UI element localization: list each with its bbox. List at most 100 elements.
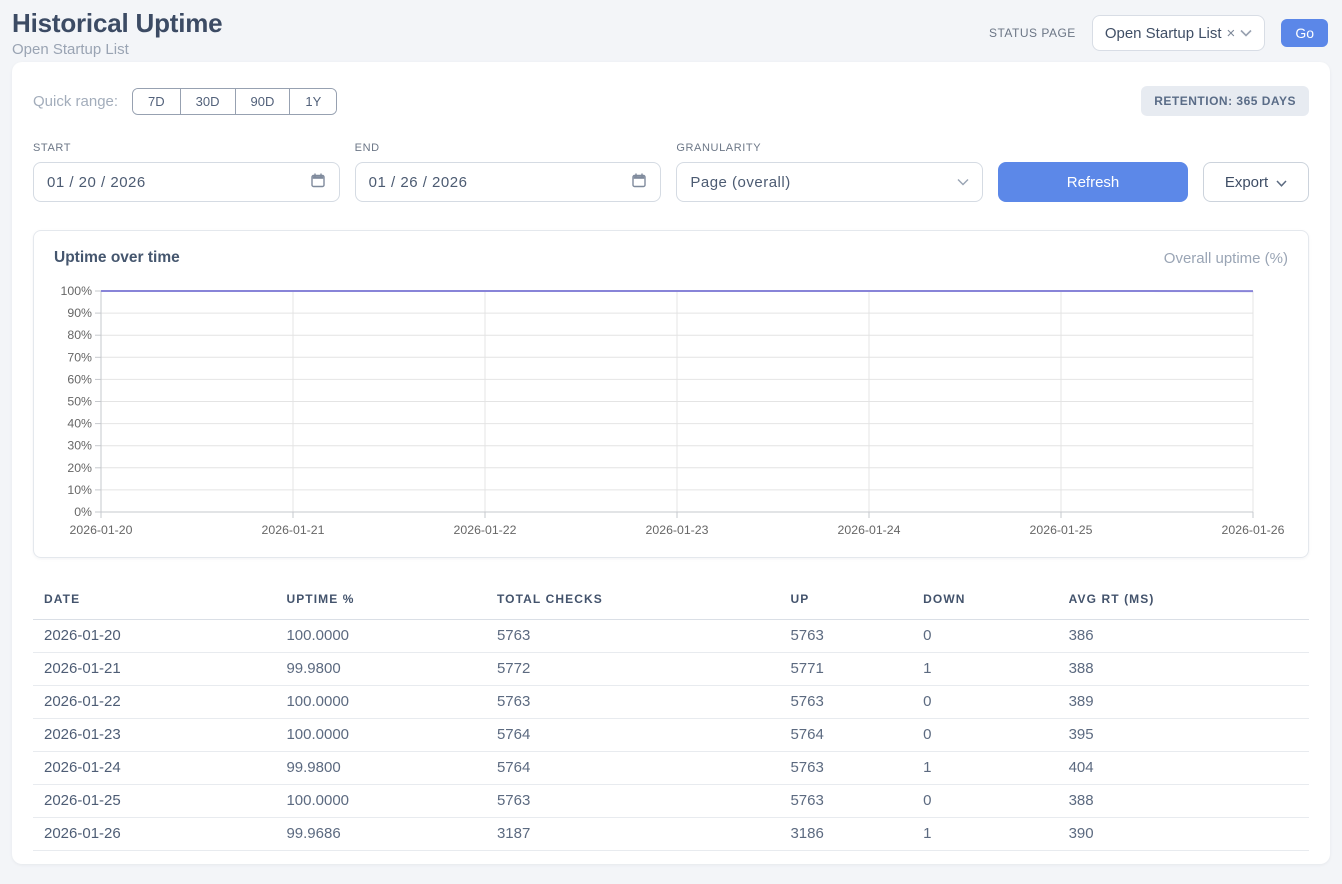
table-header-cell: DOWN <box>912 582 1057 620</box>
quick-range-90d[interactable]: 90D <box>235 89 290 114</box>
start-label: START <box>33 142 340 154</box>
end-date-value: 01 / 26 / 2026 <box>369 174 468 191</box>
table-cell: 2026-01-23 <box>33 719 275 752</box>
table-header-cell: TOTAL CHECKS <box>486 582 779 620</box>
table-cell: 0 <box>912 620 1057 653</box>
table-cell: 5763 <box>779 686 912 719</box>
start-date-input[interactable]: 01 / 20 / 2026 <box>33 162 340 202</box>
svg-text:2026-01-21: 2026-01-21 <box>262 523 325 537</box>
svg-text:2026-01-20: 2026-01-20 <box>70 523 133 537</box>
table-cell: 386 <box>1058 620 1309 653</box>
svg-text:0%: 0% <box>74 505 92 519</box>
table-row: 2026-01-2699.9686318731861390 <box>33 818 1309 851</box>
quick-range-group: 7D30D90D1Y <box>132 88 337 115</box>
uptime-line-chart: 0%10%20%30%40%50%60%70%80%90%100%2026-01… <box>54 279 1288 547</box>
svg-text:30%: 30% <box>67 439 92 453</box>
table-row: 2026-01-22100.0000576357630389 <box>33 686 1309 719</box>
status-page-select[interactable]: Open Startup List × <box>1092 15 1266 51</box>
table-cell: 1 <box>912 653 1057 686</box>
go-button[interactable]: Go <box>1281 19 1328 47</box>
granularity-label: GRANULARITY <box>676 142 983 154</box>
table-cell: 0 <box>912 686 1057 719</box>
page-title: Historical Uptime <box>12 8 222 39</box>
table-cell: 5771 <box>779 653 912 686</box>
table-header-cell: DATE <box>33 582 275 620</box>
end-date-input[interactable]: 01 / 26 / 2026 <box>355 162 662 202</box>
header-right: STATUS PAGE Open Startup List × Go <box>989 15 1328 51</box>
table-cell: 5763 <box>779 785 912 818</box>
table-cell: 99.9686 <box>275 818 486 851</box>
table-cell: 388 <box>1058 785 1309 818</box>
table-cell: 5764 <box>486 719 779 752</box>
svg-text:2026-01-23: 2026-01-23 <box>646 523 709 537</box>
filters-row: START 01 / 20 / 2026 END 01 / 26 / 2026 … <box>33 142 1309 202</box>
uptime-table: DATEUPTIME %TOTAL CHECKSUPDOWNAVG RT (MS… <box>33 582 1309 851</box>
table-cell: 5763 <box>779 620 912 653</box>
status-page-value: Open Startup List <box>1105 25 1222 42</box>
main-panel: Quick range: 7D30D90D1Y RETENTION: 365 D… <box>12 62 1330 864</box>
table-cell: 2026-01-20 <box>33 620 275 653</box>
table-row: 2026-01-23100.0000576457640395 <box>33 719 1309 752</box>
table-cell: 5763 <box>486 620 779 653</box>
table-cell: 0 <box>912 719 1057 752</box>
table-cell: 99.9800 <box>275 752 486 785</box>
table-cell: 2026-01-26 <box>33 818 275 851</box>
chart-title: Uptime over time <box>54 249 180 267</box>
table-header-cell: AVG RT (MS) <box>1058 582 1309 620</box>
table-cell: 2026-01-21 <box>33 653 275 686</box>
clear-icon[interactable]: × <box>1227 25 1236 42</box>
svg-text:2026-01-25: 2026-01-25 <box>1030 523 1093 537</box>
table-cell: 5764 <box>486 752 779 785</box>
svg-text:80%: 80% <box>67 328 92 342</box>
refresh-button[interactable]: Refresh <box>998 162 1188 202</box>
table-cell: 5763 <box>486 686 779 719</box>
table-body: 2026-01-20100.00005763576303862026-01-21… <box>33 620 1309 851</box>
svg-text:40%: 40% <box>67 417 92 431</box>
table-header-row: DATEUPTIME %TOTAL CHECKSUPDOWNAVG RT (MS… <box>33 582 1309 620</box>
table-cell: 0 <box>912 785 1057 818</box>
quick-range-7d[interactable]: 7D <box>133 89 180 114</box>
granularity-value: Page (overall) <box>690 174 790 191</box>
table-row: 2026-01-2499.9800576457631404 <box>33 752 1309 785</box>
table-cell: 5772 <box>486 653 779 686</box>
table-cell: 2026-01-22 <box>33 686 275 719</box>
svg-text:70%: 70% <box>67 350 92 364</box>
export-button[interactable]: Export <box>1203 162 1309 202</box>
table-header-cell: UPTIME % <box>275 582 486 620</box>
table-head: DATEUPTIME %TOTAL CHECKSUPDOWNAVG RT (MS… <box>33 582 1309 620</box>
svg-text:90%: 90% <box>67 306 92 320</box>
export-label: Export <box>1225 174 1268 191</box>
chart-legend: Overall uptime (%) <box>1164 250 1288 267</box>
end-date-field: END 01 / 26 / 2026 <box>355 142 662 202</box>
table-cell: 3187 <box>486 818 779 851</box>
table-cell: 390 <box>1058 818 1309 851</box>
title-block: Historical Uptime Open Startup List <box>12 8 222 58</box>
table-cell: 404 <box>1058 752 1309 785</box>
calendar-icon[interactable] <box>310 172 326 193</box>
table-cell: 3186 <box>779 818 912 851</box>
table-row: 2026-01-2199.9800577257711388 <box>33 653 1309 686</box>
svg-text:100%: 100% <box>61 284 93 298</box>
table-header-cell: UP <box>779 582 912 620</box>
svg-text:2026-01-26: 2026-01-26 <box>1222 523 1285 537</box>
table-cell: 100.0000 <box>275 719 486 752</box>
quick-range-row: Quick range: 7D30D90D1Y RETENTION: 365 D… <box>33 86 1309 116</box>
svg-text:50%: 50% <box>67 395 92 409</box>
start-date-field: START 01 / 20 / 2026 <box>33 142 340 202</box>
table-cell: 5763 <box>486 785 779 818</box>
table-cell: 99.9800 <box>275 653 486 686</box>
table-row: 2026-01-20100.0000576357630386 <box>33 620 1309 653</box>
table-cell: 1 <box>912 818 1057 851</box>
table-cell: 100.0000 <box>275 785 486 818</box>
calendar-icon[interactable] <box>631 172 647 193</box>
quick-range-30d[interactable]: 30D <box>180 89 235 114</box>
table-cell: 388 <box>1058 653 1309 686</box>
table-row: 2026-01-25100.0000576357630388 <box>33 785 1309 818</box>
granularity-select[interactable]: Page (overall) <box>676 162 983 202</box>
svg-text:60%: 60% <box>67 372 92 386</box>
table-cell: 389 <box>1058 686 1309 719</box>
table-cell: 100.0000 <box>275 686 486 719</box>
quick-range-1y[interactable]: 1Y <box>289 89 336 114</box>
table-cell: 5763 <box>779 752 912 785</box>
table-cell: 2026-01-25 <box>33 785 275 818</box>
